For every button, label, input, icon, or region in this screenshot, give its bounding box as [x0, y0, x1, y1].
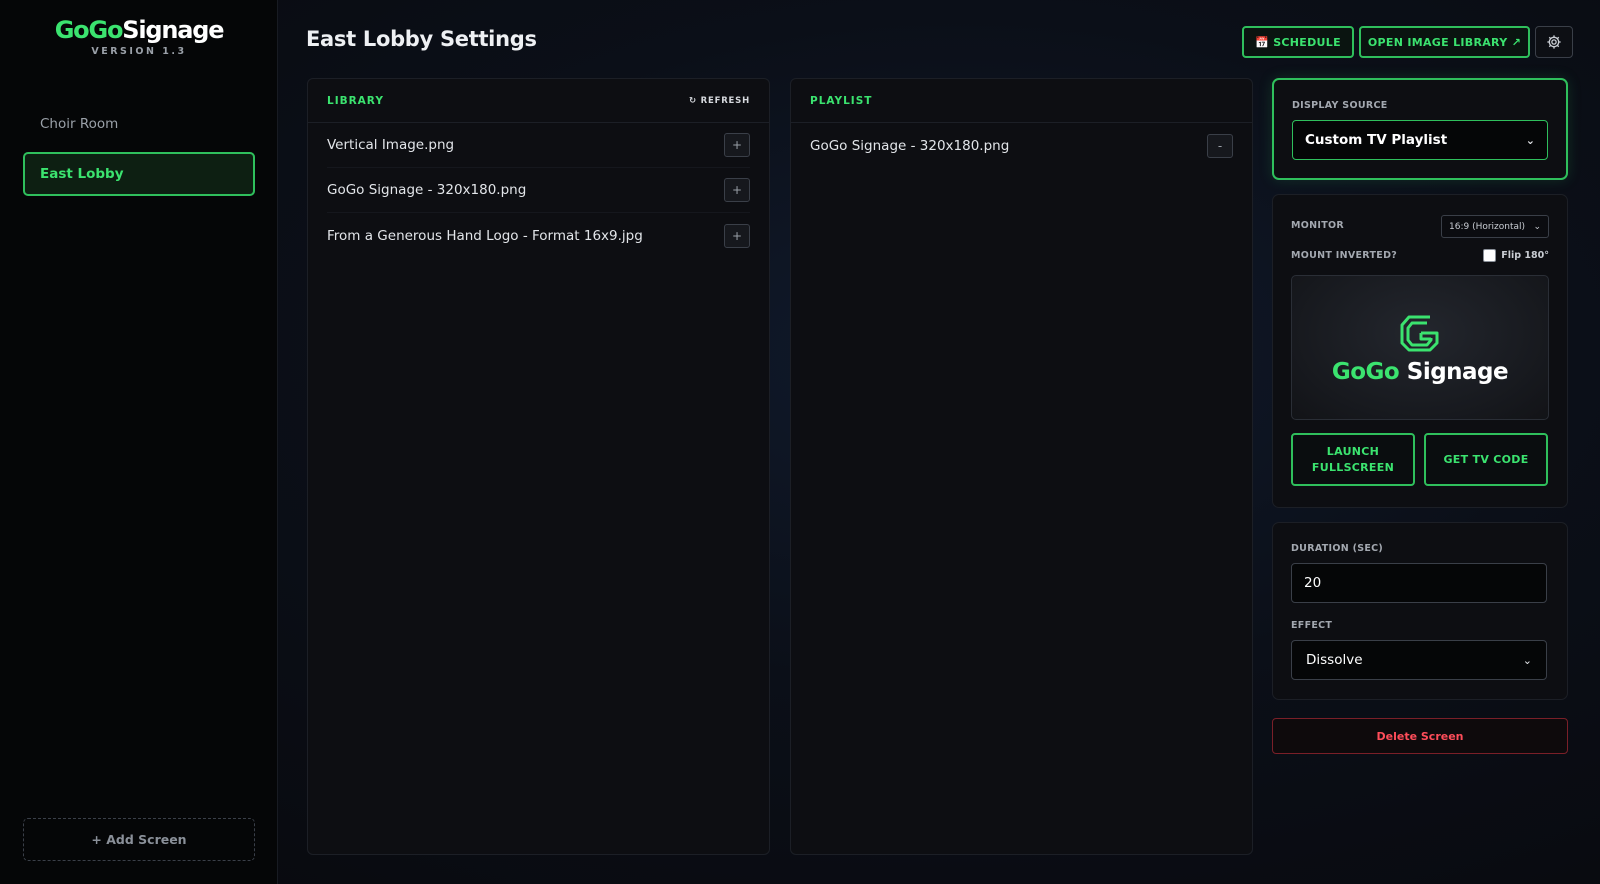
launch-label-line1: LAUNCH: [1326, 444, 1380, 458]
library-header: LIBRARY ↻ REFRESH: [308, 79, 769, 123]
display-source-card: DISPLAY SOURCE Custom TV Playlist ⌄: [1272, 78, 1568, 180]
brand-name-part1: GoGo: [54, 16, 124, 44]
brand: GoGoSignage VERSION 1.3: [0, 16, 278, 57]
sidebar-item-east-lobby[interactable]: East Lobby: [23, 152, 255, 196]
open-image-library-button[interactable]: OPEN IMAGE LIBRARY ↗: [1359, 26, 1530, 58]
library-item-name: GoGo Signage - 320x180.png: [327, 182, 527, 198]
page-title: East Lobby Settings: [306, 27, 537, 51]
refresh-button[interactable]: ↻ REFRESH: [689, 96, 750, 106]
mount-inverted-label: MOUNT INVERTED?: [1291, 250, 1398, 261]
library-item-name: Vertical Image.png: [327, 137, 455, 153]
gogo-logo-icon: [1400, 315, 1439, 351]
brand-logo: GoGoSignage: [0, 16, 278, 44]
chevron-down-icon: ⌄: [1525, 133, 1535, 147]
effect-label: EFFECT: [1291, 620, 1333, 631]
orientation-select[interactable]: 16:9 (Horizontal) ⌄: [1441, 215, 1549, 238]
timing-card: DURATION (SEC) EFFECT Dissolve ⌄: [1272, 522, 1568, 700]
playlist-header: PLAYLIST: [791, 79, 1252, 123]
effect-value: Dissolve: [1306, 652, 1363, 668]
add-to-playlist-button[interactable]: +: [724, 223, 750, 248]
add-to-playlist-button[interactable]: +: [724, 178, 750, 202]
list-item: Vertical Image.png +: [327, 123, 750, 168]
sidebar: GoGoSignage VERSION 1.3 Choir Room East …: [0, 0, 278, 884]
add-to-playlist-button[interactable]: +: [724, 133, 750, 157]
library-item-name: From a Generous Hand Logo - Format 16x9.…: [327, 227, 643, 244]
chevron-down-icon: ⌄: [1522, 653, 1532, 667]
playlist-panel: PLAYLIST GoGo Signage - 320x180.png -: [790, 78, 1253, 855]
flip-label: Flip 180°: [1501, 250, 1549, 261]
brand-name-part2: Signage: [122, 16, 224, 44]
schedule-button[interactable]: 📅 SCHEDULE: [1242, 26, 1354, 58]
playlist-title: PLAYLIST: [810, 94, 873, 107]
sidebar-item-label: Choir Room: [40, 116, 119, 132]
get-tv-code-button[interactable]: GET TV CODE: [1424, 433, 1548, 486]
screen-list: Choir Room East Lobby: [23, 102, 255, 202]
delete-screen-button[interactable]: Delete Screen: [1272, 718, 1568, 754]
playlist-item-name: GoGo Signage - 320x180.png: [810, 137, 1010, 154]
launch-fullscreen-button[interactable]: LAUNCH FULLSCREEN: [1291, 433, 1415, 486]
preview-text-part1: GoGo: [1331, 358, 1400, 385]
library-title: LIBRARY: [327, 94, 384, 107]
sidebar-item-label: East Lobby: [40, 166, 124, 182]
flip-toggle: Flip 180°: [1483, 249, 1549, 262]
launch-button-label: LAUNCH FULLSCREEN: [1312, 444, 1394, 476]
preview-text-part2: Signage: [1406, 358, 1509, 385]
library-list: Vertical Image.png + GoGo Signage - 320x…: [308, 123, 769, 258]
duration-label: DURATION (SEC): [1291, 543, 1384, 554]
list-item: GoGo Signage - 320x180.png +: [327, 168, 750, 213]
app-root: GoGoSignage VERSION 1.3 Choir Room East …: [0, 0, 1600, 884]
duration-input[interactable]: [1291, 563, 1547, 603]
brand-version: VERSION 1.3: [91, 46, 187, 57]
display-source-value: Custom TV Playlist: [1305, 132, 1448, 148]
screen-preview: GoGo Signage: [1291, 275, 1549, 420]
monitor-label: MONITOR: [1291, 220, 1344, 231]
library-panel: LIBRARY ↻ REFRESH Vertical Image.png + G…: [307, 78, 770, 855]
orientation-value: 16:9 (Horizontal): [1449, 221, 1526, 232]
flip-checkbox[interactable]: [1483, 249, 1497, 262]
preview-logo-text: GoGo Signage: [1331, 358, 1509, 385]
list-item: GoGo Signage - 320x180.png -: [810, 123, 1233, 168]
remove-from-playlist-button[interactable]: -: [1207, 133, 1233, 158]
chevron-down-icon: ⌄: [1533, 221, 1541, 232]
settings-button[interactable]: [1535, 26, 1573, 58]
display-source-label: DISPLAY SOURCE: [1292, 100, 1388, 111]
monitor-card: MONITOR 16:9 (Horizontal) ⌄ MOUNT INVERT…: [1272, 194, 1568, 508]
gear-icon: [1547, 35, 1561, 49]
display-source-select[interactable]: Custom TV Playlist ⌄: [1292, 120, 1548, 160]
launch-label-line2: FULLSCREEN: [1311, 460, 1395, 474]
add-screen-button[interactable]: + Add Screen: [23, 818, 255, 861]
playlist-list: GoGo Signage - 320x180.png -: [791, 123, 1252, 168]
effect-select[interactable]: Dissolve ⌄: [1291, 640, 1547, 680]
list-item: From a Generous Hand Logo - Format 16x9.…: [327, 213, 750, 258]
sidebar-item-choir-room[interactable]: Choir Room: [23, 102, 255, 146]
